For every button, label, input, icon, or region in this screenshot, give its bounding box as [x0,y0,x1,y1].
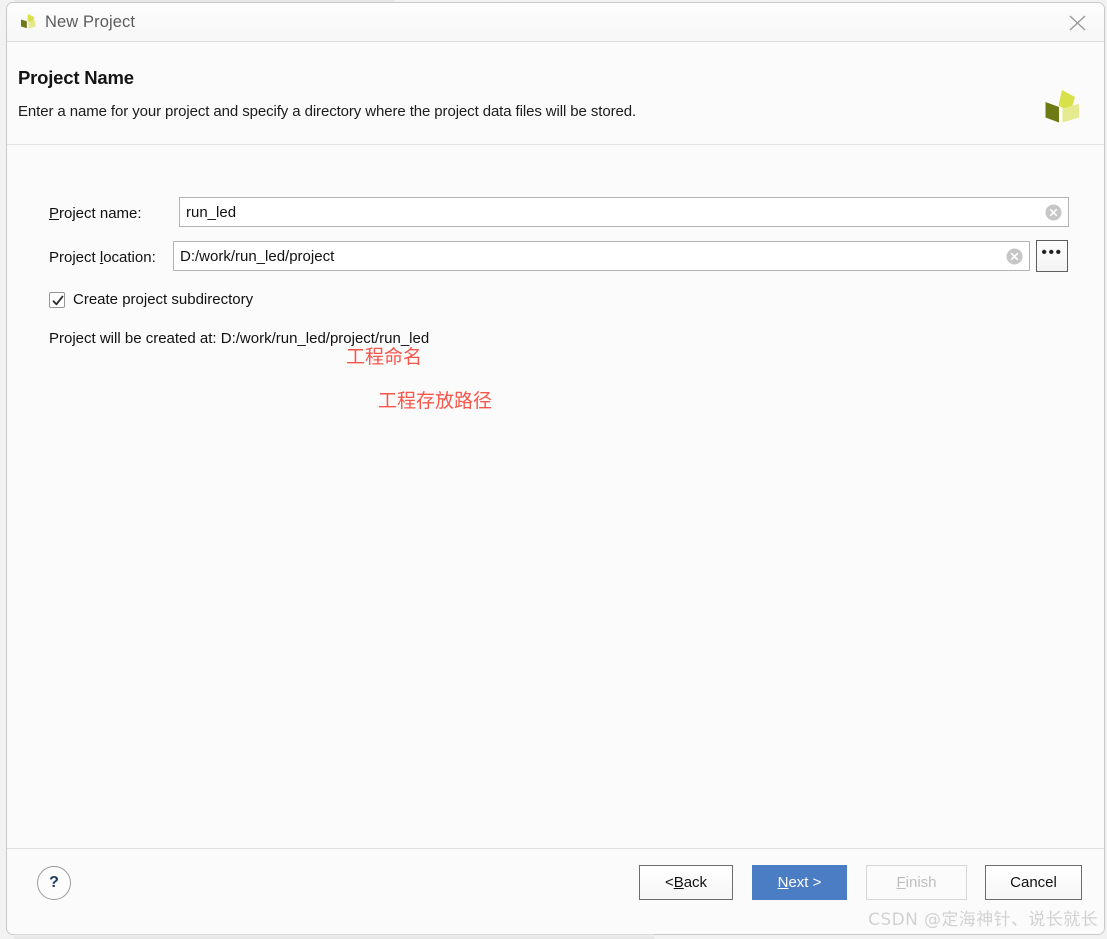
csdn-watermark: CSDN @定海神针、说长就长 [868,910,1098,930]
page-subtitle: Enter a name for your project and specif… [18,103,637,120]
close-icon[interactable] [1052,3,1104,41]
dialog-titlebar: New Project [7,3,1104,42]
browse-directory-button[interactable]: ••• [1036,240,1068,272]
help-button[interactable]: ? [37,866,71,900]
new-project-dialog: New Project Project Name Enter a name fo… [6,2,1105,935]
project-created-at-text: Project will be created at: D:/work/run_… [49,330,430,347]
project-name-input[interactable]: run_led [179,197,1069,227]
screenshot-root: New Project Project Name Enter a name fo… [0,0,1107,939]
annotation-project-location: 工程存放路径 [378,390,493,412]
create-subdirectory-label: Create project subdirectory [73,291,254,308]
project-location-value: D:/work/run_led/project [180,247,335,265]
project-name-label: Project name: [49,205,142,222]
project-location-label: Project location: [49,249,156,266]
cancel-button[interactable]: Cancel [985,865,1082,900]
clear-circle-x-icon[interactable] [1006,248,1023,265]
dialog-title: New Project [45,13,136,31]
clear-circle-x-icon[interactable] [1045,204,1062,221]
dialog-body: Project name: run_led 工程命名 Project locat… [7,145,1104,849]
finish-button: Finish [866,865,967,900]
next-button[interactable]: Next > [752,865,847,900]
checkbox-box[interactable] [49,291,65,308]
cropped-edge-bottom [14,934,654,939]
project-name-value: run_led [186,203,237,221]
wizard-header: Project Name Enter a name for your proje… [7,42,1104,145]
create-subdirectory-checkbox[interactable]: Create project subdirectory [49,291,253,308]
back-button[interactable]: < Back [639,865,733,900]
project-location-input[interactable]: D:/work/run_led/project [173,241,1030,271]
vivado-tri-blade-logo-icon-large [1038,87,1084,133]
page-title: Project Name [18,67,134,88]
vivado-tri-blade-logo-icon [17,12,39,34]
